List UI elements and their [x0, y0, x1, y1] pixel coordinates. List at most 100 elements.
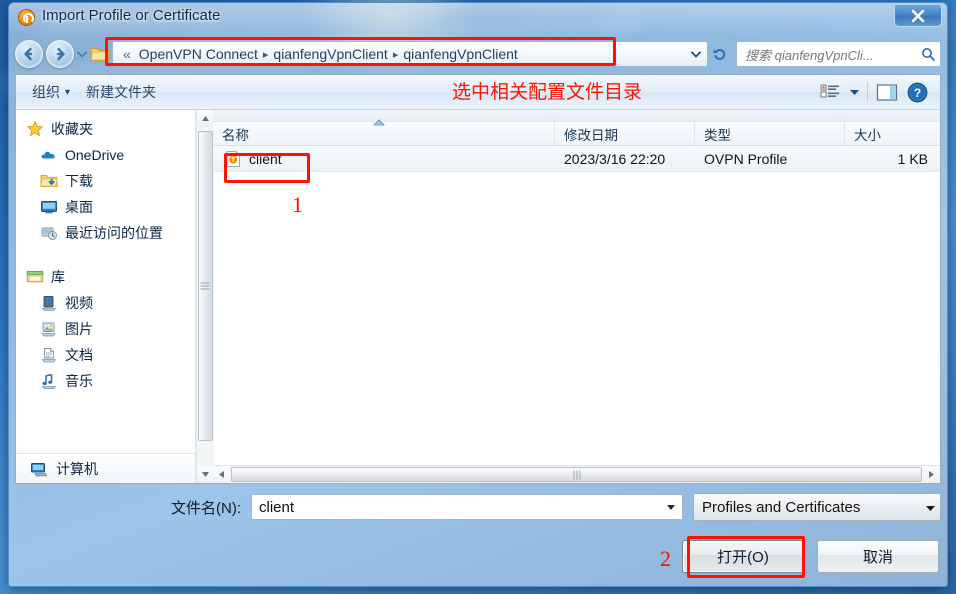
svg-text:?: ? [913, 86, 920, 100]
scroll-right-button[interactable] [923, 466, 940, 483]
toolbar-divider [867, 82, 868, 102]
organize-button[interactable]: 组织 ▾ [24, 79, 78, 105]
star-icon [26, 120, 44, 138]
file-size-label: 1 KB [897, 150, 928, 167]
sidebar-item-pictures[interactable]: 图片 [16, 316, 195, 342]
file-list-pane: 名称 修改日期 类型 大小 client 2023/3/16 22:20 OVP… [213, 110, 940, 483]
filename-row: 文件名(N): client Profiles and Certificates [15, 493, 941, 521]
filetype-dropdown-caret [925, 499, 936, 516]
hscroll-thumb[interactable] [231, 467, 922, 482]
annotation-step-1: 1 [292, 192, 303, 217]
sidebar-label: 音乐 [65, 373, 93, 389]
sidebar-item-libraries[interactable]: 库 [16, 264, 195, 290]
sidebar-item-documents[interactable]: 文档 [16, 342, 195, 368]
file-date-label: 2023/3/16 22:20 [564, 150, 666, 167]
history-dropdown-button[interactable] [74, 40, 90, 68]
sort-indicator-bar [213, 110, 940, 126]
scroll-down-button[interactable] [196, 466, 214, 483]
chevron-down-icon [691, 51, 701, 58]
sidebar-item-desktop[interactable]: 桌面 [16, 194, 195, 220]
search-placeholder: 搜索 qianfengVpnCli... [745, 47, 874, 63]
scroll-down-icon [201, 472, 209, 477]
navpane-scrollbar[interactable] [196, 110, 214, 483]
new-folder-button[interactable]: 新建文件夹 [78, 79, 164, 105]
navpane-scroll-track[interactable] [196, 127, 214, 466]
explorer-frame: 组织 ▾ 新建文件夹 ? 收藏夹 OneDrive 下载 桌面 最近访问的位置 … [15, 74, 941, 484]
help-icon: ? [907, 82, 927, 102]
folder-glyph [90, 48, 109, 61]
cancel-button[interactable]: 取消 [817, 540, 939, 573]
documents-icon [40, 346, 58, 364]
breadcrumb-overflow[interactable]: « [119, 45, 135, 63]
scroll-thumb-grip [200, 282, 210, 290]
sidebar-label: 文档 [65, 347, 93, 363]
sidebar-item-downloads[interactable]: 下载 [16, 168, 195, 194]
navpane-scroll-thumb[interactable] [197, 131, 213, 441]
back-button[interactable] [15, 40, 43, 68]
window-title: Import Profile or Certificate [42, 7, 221, 24]
sidebar-label: 计算机 [56, 460, 98, 477]
sidebar-label: 视频 [65, 295, 93, 311]
sidebar-item-music[interactable]: 音乐 [16, 368, 195, 394]
preview-pane-icon [876, 83, 898, 101]
ovpn-profile-icon [225, 150, 242, 168]
breadcrumb-separator: ▸ [392, 48, 399, 61]
view-mode-dropdown[interactable] [845, 79, 863, 105]
sidebar-label: 桌面 [65, 199, 93, 215]
close-button[interactable] [894, 5, 942, 27]
sidebar-label: 库 [51, 269, 65, 285]
breadcrumb-item-2[interactable]: qianfengVpnClient [399, 45, 521, 63]
column-header-date[interactable]: 修改日期 [555, 122, 695, 145]
sidebar-label: 图片 [65, 321, 93, 337]
column-header-type[interactable]: 类型 [695, 122, 845, 145]
open-button-label: 打开(O) [717, 549, 769, 566]
search-icon [922, 47, 935, 61]
navigation-pane: 收藏夹 OneDrive 下载 桌面 最近访问的位置 库 视频 图片 文档 音乐… [16, 110, 196, 483]
view-list-icon [820, 84, 839, 98]
openvpn-logo-icon [18, 9, 35, 26]
breadcrumb-item-0[interactable]: OpenVPN Connect [135, 45, 262, 63]
breadcrumb-separator: ▸ [262, 48, 269, 61]
file-list-hscrollbar[interactable] [213, 465, 940, 483]
sidebar-item-onedrive[interactable]: OneDrive [16, 142, 195, 168]
sidebar-item-videos[interactable]: 视频 [16, 290, 195, 316]
file-name-cell[interactable]: client [213, 150, 555, 168]
chevron-down-icon [926, 505, 935, 511]
file-name-label: client [249, 150, 282, 167]
column-label: 修改日期 [564, 127, 618, 143]
desktop-icon [40, 198, 58, 216]
open-button[interactable]: 打开(O) [682, 540, 804, 573]
column-label: 名称 [222, 127, 249, 143]
help-button[interactable]: ? [902, 79, 932, 105]
column-header-size[interactable]: 大小 [845, 122, 940, 145]
breadcrumb-item-1[interactable]: qianfengVpnClient [269, 45, 391, 63]
search-input[interactable]: 搜索 qianfengVpnCli... [736, 41, 941, 67]
organize-caret: ▾ [65, 86, 71, 98]
close-icon [911, 9, 925, 22]
recent-places-icon [40, 224, 58, 242]
address-bar[interactable]: « OpenVPN Connect ▸ qianfengVpnClient ▸ … [112, 41, 708, 67]
folder-icon [90, 45, 110, 63]
scroll-left-button[interactable] [213, 466, 230, 483]
computer-icon [30, 460, 48, 478]
filename-dropdown-button[interactable] [662, 495, 680, 519]
scroll-left-icon [219, 471, 224, 478]
sidebar-item-favorites[interactable]: 收藏夹 [16, 116, 195, 142]
sidebar-item-recent-places[interactable]: 最近访问的位置 [16, 220, 195, 246]
filename-input[interactable]: client [251, 494, 683, 520]
hscroll-track[interactable] [230, 466, 923, 483]
forward-arrow-icon [56, 47, 65, 61]
filename-label: 文件名(N): [171, 499, 241, 517]
preview-pane-button[interactable] [872, 79, 902, 105]
address-dropdown-button[interactable] [687, 42, 705, 66]
filetype-select[interactable]: Profiles and Certificates [693, 493, 941, 521]
explorer-panes: 收藏夹 OneDrive 下载 桌面 最近访问的位置 库 视频 图片 文档 音乐… [16, 110, 940, 483]
sidebar-item-computer[interactable]: 计算机 [16, 453, 195, 483]
file-type-label: OVPN Profile [704, 150, 788, 167]
scroll-up-button[interactable] [196, 110, 214, 127]
organize-label: 组织 [32, 84, 60, 100]
forward-button[interactable] [46, 40, 74, 68]
table-row[interactable]: client 2023/3/16 22:20 OVPN Profile 1 KB [213, 146, 940, 172]
view-mode-button[interactable] [815, 79, 845, 105]
refresh-button[interactable] [709, 42, 731, 66]
